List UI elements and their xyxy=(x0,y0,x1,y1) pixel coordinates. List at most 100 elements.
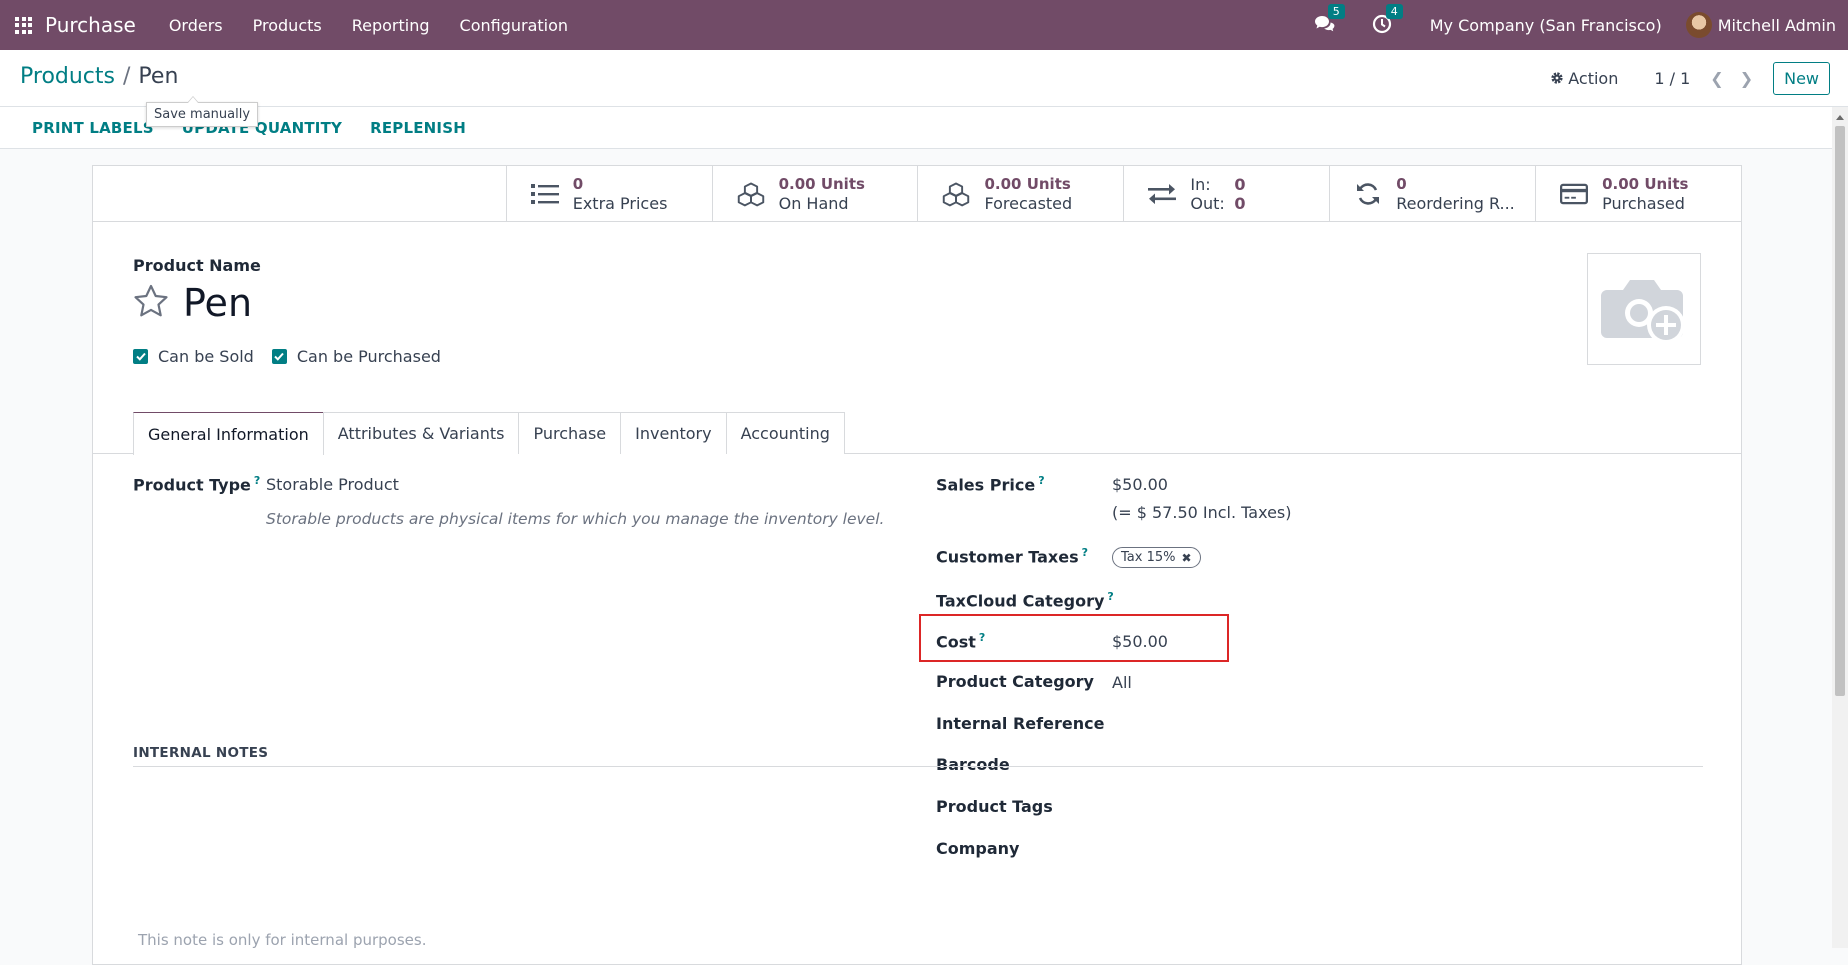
can-be-purchased-checkbox[interactable]: Can be Purchased xyxy=(271,347,441,366)
cost-label: Cost? xyxy=(936,631,986,652)
product-type-label: Product Type? xyxy=(133,474,261,495)
product-name-field[interactable]: Pen xyxy=(183,281,252,325)
product-image-upload[interactable] xyxy=(1587,253,1701,365)
can-be-sold-checkbox[interactable]: Can be Sold xyxy=(133,347,254,366)
internal-notes-editor[interactable]: This note is only for internal purposes. xyxy=(138,931,426,949)
in-out-button[interactable]: In: 0 Out: 0 xyxy=(1123,166,1329,221)
forecasted-value: 0.00 Units xyxy=(984,174,1071,193)
tab-general-information[interactable]: General Information xyxy=(133,412,324,455)
internal-reference-label: Internal Reference xyxy=(936,714,1105,733)
product-category-select[interactable]: All xyxy=(1112,673,1132,692)
forecasted-label: Forecasted xyxy=(984,193,1073,213)
action-label: Action xyxy=(1568,68,1619,88)
in-label: In: xyxy=(1190,174,1211,194)
exchange-arrows-icon xyxy=(1148,180,1177,208)
cost-input[interactable]: $50.00 xyxy=(1112,632,1168,651)
barcode-label: Barcode xyxy=(936,755,1010,774)
activities-count-badge: 4 xyxy=(1385,4,1403,19)
on-hand-button[interactable]: 0.00 Units On Hand xyxy=(711,166,918,221)
product-name-label: Product Name xyxy=(133,256,261,275)
breadcrumb-current: Pen xyxy=(138,64,179,89)
can-be-sold-label: Can be Sold xyxy=(158,347,254,366)
favorite-star-icon[interactable] xyxy=(133,284,169,322)
tab-inventory[interactable]: Inventory xyxy=(620,412,727,454)
forecasted-button[interactable]: 0.00 Units Forecasted xyxy=(917,166,1123,221)
breadcrumb-separator: / xyxy=(123,64,131,89)
control-panel: Products / Pen Save manually Action 1 / 1 … xyxy=(0,50,1848,127)
refresh-icon xyxy=(1354,180,1382,208)
customer-taxes-label: Customer Taxes? xyxy=(936,546,1089,567)
form-sheet: 0 Extra Prices 0.00 Units On Hand 0.00 Uni… xyxy=(92,165,1742,965)
scrollbar-thumb[interactable] xyxy=(1835,126,1845,696)
extra-prices-value: 0 xyxy=(572,174,584,193)
out-value: 0 xyxy=(1234,193,1246,213)
apps-grid-icon[interactable] xyxy=(15,16,32,34)
product-type-select[interactable]: Storable Product xyxy=(266,475,399,494)
tab-accounting[interactable]: Accounting xyxy=(725,412,845,454)
app-name[interactable]: Purchase xyxy=(45,13,136,37)
action-menu-button[interactable]: Action xyxy=(1550,69,1618,88)
help-icon[interactable]: ? xyxy=(1038,474,1044,487)
menu-products[interactable]: Products xyxy=(238,16,337,35)
tab-attributes-variants[interactable]: Attributes & Variants xyxy=(322,412,520,454)
on-hand-label: On Hand xyxy=(778,193,849,213)
can-be-purchased-label: Can be Purchased xyxy=(296,347,441,366)
tax-tag[interactable]: Tax 15% ✖ xyxy=(1112,547,1201,568)
remove-tag-icon[interactable]: ✖ xyxy=(1181,551,1191,565)
pager-value[interactable]: 1 / 1 xyxy=(1654,69,1690,88)
activities-button[interactable]: 4 xyxy=(1372,4,1403,36)
messages-button[interactable]: 5 xyxy=(1314,4,1345,36)
replenish-button[interactable]: REPLENISH xyxy=(370,119,466,137)
checkmark-icon xyxy=(271,349,287,364)
purchased-button[interactable]: 0.00 Units Purchased xyxy=(1535,166,1741,221)
pager-previous-icon[interactable]: ❮ xyxy=(1710,69,1723,88)
notebook-tabs: General Information Attributes & Variant… xyxy=(93,412,1741,455)
menu-orders[interactable]: Orders xyxy=(154,16,238,35)
tab-purchase[interactable]: Purchase xyxy=(518,412,622,454)
out-label: Out: xyxy=(1190,193,1225,213)
cubes-icon xyxy=(737,180,765,208)
page-scrollbar[interactable] xyxy=(1832,107,1848,948)
form-header-buttons: PRINT LABELS UPDATE QUANTITY REPLENISH xyxy=(0,107,1832,149)
help-icon[interactable]: ? xyxy=(1107,590,1113,603)
smart-buttons-row: 0 Extra Prices 0.00 Units On Hand 0.00 Uni… xyxy=(93,166,1741,222)
menu-configuration[interactable]: Configuration xyxy=(445,16,584,35)
save-manually-tooltip: Save manually xyxy=(146,96,259,127)
list-icon xyxy=(530,180,559,208)
company-switcher[interactable]: My Company (San Francisco) xyxy=(1430,16,1662,35)
help-icon[interactable]: ? xyxy=(979,631,985,644)
help-icon[interactable]: ? xyxy=(1082,546,1088,559)
general-information-panel: Product Type? Storable Product Storable … xyxy=(93,454,1741,884)
extra-prices-label: Extra Prices xyxy=(572,193,668,213)
user-avatar[interactable] xyxy=(1685,12,1712,38)
new-button[interactable]: New xyxy=(1773,61,1830,95)
checkmark-icon xyxy=(133,349,148,364)
gear-icon xyxy=(1551,72,1563,84)
purchased-label: Purchased xyxy=(1602,193,1685,213)
reordering-label: Reordering R... xyxy=(1396,193,1515,213)
reordering-rules-button[interactable]: 0 Reordering R... xyxy=(1329,166,1535,221)
on-hand-value: 0.00 Units xyxy=(778,174,865,193)
reordering-value: 0 xyxy=(1396,174,1407,193)
scroll-up-arrow-icon[interactable] xyxy=(1836,115,1844,120)
breadcrumb: Products / Pen xyxy=(20,64,178,89)
product-category-label: Product Category xyxy=(936,672,1094,691)
product-title-area: Product Name Pen Can be Sold Can be Purc… xyxy=(93,222,1741,415)
product-type-help: Storable products are physical items for… xyxy=(266,510,885,528)
extra-prices-button[interactable]: 0 Extra Prices xyxy=(505,166,712,221)
internal-notes-title: INTERNAL NOTES xyxy=(133,745,269,761)
sales-price-incl-taxes: (= $ 57.50 Incl. Taxes) xyxy=(1112,503,1292,522)
help-icon[interactable]: ? xyxy=(254,474,260,487)
user-menu[interactable]: Mitchell Admin xyxy=(1718,16,1836,35)
print-labels-button[interactable]: PRINT LABELS xyxy=(32,119,154,137)
breadcrumb-products-link[interactable]: Products xyxy=(20,64,115,89)
cubes-icon xyxy=(942,180,970,208)
credit-card-icon xyxy=(1560,180,1589,208)
taxcloud-category-label: TaxCloud Category? xyxy=(936,590,1114,611)
notes-divider xyxy=(133,766,1703,767)
company-label: Company xyxy=(936,839,1020,858)
messages-count-badge: 5 xyxy=(1327,4,1345,19)
menu-reporting[interactable]: Reporting xyxy=(337,16,445,35)
sales-price-input[interactable]: $50.00 xyxy=(1112,475,1168,494)
pager-next-icon[interactable]: ❯ xyxy=(1740,69,1753,88)
